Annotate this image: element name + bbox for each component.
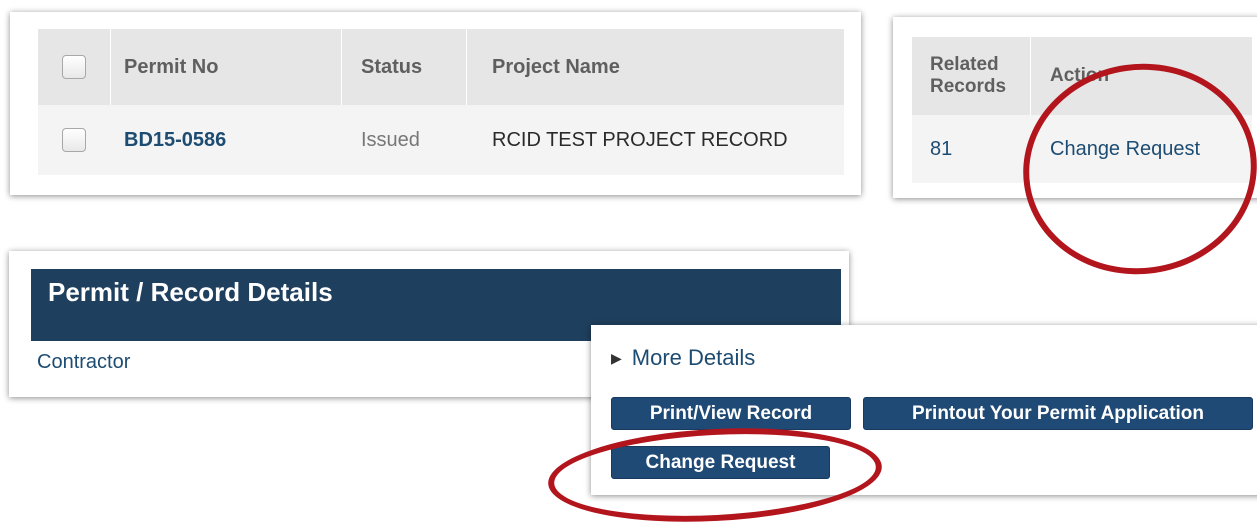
permit-table: Permit No Status Project Name BD15-0586 … xyxy=(38,29,844,175)
column-header-status[interactable]: Status xyxy=(361,29,422,105)
more-details-toggle[interactable]: ▶ More Details xyxy=(611,345,755,371)
more-details-panel: ▶ More Details Print/View Record Printou… xyxy=(591,325,1257,495)
action-table: Related Records Action 81 Change Request xyxy=(912,37,1252,183)
table-row: 81 Change Request xyxy=(912,115,1252,183)
more-details-label: More Details xyxy=(631,345,756,370)
related-header-line2: Records xyxy=(930,76,1007,97)
column-header-permit-no[interactable]: Permit No xyxy=(124,29,218,105)
column-header-related-records[interactable]: Related Records xyxy=(930,37,1006,115)
action-table-header: Related Records Action xyxy=(912,37,1252,115)
column-header-action[interactable]: Action xyxy=(1050,37,1109,115)
table-row: BD15-0586 Issued RCID TEST PROJECT RECOR… xyxy=(38,105,844,175)
details-title: Permit / Record Details xyxy=(48,276,333,307)
column-header-project-name[interactable]: Project Name xyxy=(492,29,620,105)
related-header-line1: Related xyxy=(930,54,999,75)
related-records-count[interactable]: 81 xyxy=(930,115,952,183)
contractor-link[interactable]: Contractor xyxy=(37,351,130,374)
permit-number-link[interactable]: BD15-0586 xyxy=(124,105,226,175)
change-request-link[interactable]: Change Request xyxy=(1050,115,1200,183)
caret-right-icon: ▶ xyxy=(611,349,622,366)
permit-table-panel: Permit No Status Project Name BD15-0586 … xyxy=(10,12,861,195)
action-table-panel: Related Records Action 81 Change Request xyxy=(893,17,1257,198)
permit-table-header: Permit No Status Project Name xyxy=(38,29,844,105)
select-all-checkbox[interactable] xyxy=(62,29,86,105)
project-name-cell: RCID TEST PROJECT RECORD xyxy=(492,128,788,151)
print-view-record-button[interactable]: Print/View Record xyxy=(611,397,851,430)
status-cell: Issued xyxy=(361,128,420,151)
row-checkbox[interactable] xyxy=(62,105,86,175)
change-request-button[interactable]: Change Request xyxy=(611,446,830,479)
printout-permit-application-button[interactable]: Printout Your Permit Application xyxy=(863,397,1253,430)
